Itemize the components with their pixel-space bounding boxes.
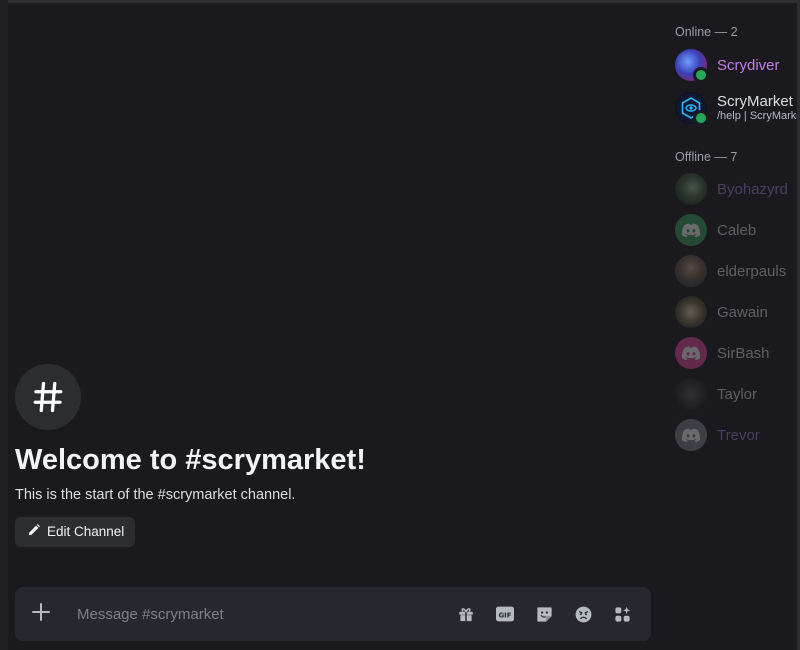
apps-icon[interactable] (611, 603, 633, 625)
discord-logo-icon (681, 346, 701, 361)
message-composer: GIF (15, 587, 651, 641)
offline-header: Offline — 7 (675, 150, 738, 164)
member-sirbash[interactable]: SirBash (675, 337, 800, 369)
discord-logo-icon (681, 428, 701, 443)
edit-channel-button[interactable]: Edit Channel (15, 517, 136, 547)
member-text: ScryMarket /help | ScryMarket (717, 93, 800, 123)
avatar (675, 49, 709, 83)
pencil-icon (27, 523, 41, 540)
avatar (675, 255, 707, 287)
gift-icon[interactable] (455, 603, 477, 625)
member-status-text: /help | ScryMarket (717, 110, 800, 122)
member-taylor[interactable]: Taylor (675, 378, 800, 410)
member-scrymarket[interactable]: ScryMarket /help | ScryMarket (675, 92, 800, 126)
avatar (675, 92, 709, 126)
discord-logo-icon (681, 223, 701, 238)
channel-main (8, 3, 659, 650)
member-name: Caleb (717, 221, 757, 239)
online-status-dot (693, 110, 709, 126)
emoji-icon[interactable] (572, 603, 594, 625)
edit-channel-label: Edit Channel (47, 524, 125, 539)
member-gawain[interactable]: Gawain (675, 296, 800, 328)
member-name: Byohazyrd (717, 180, 788, 198)
online-status-dot (693, 67, 709, 83)
online-header: Online — 2 (675, 25, 738, 39)
avatar (675, 296, 707, 328)
member-name: Scrydiver (717, 56, 780, 74)
member-name: SirBash (717, 344, 770, 362)
avatar (675, 173, 707, 205)
avatar (675, 419, 707, 451)
avatar (675, 378, 707, 410)
member-name: Taylor (717, 385, 758, 403)
left-edge (0, 0, 8, 650)
svg-text:GIF: GIF (498, 611, 511, 619)
welcome-title: Welcome to #scrymarket! (15, 444, 366, 476)
member-name: elderpauls (717, 262, 787, 280)
member-scrydiver[interactable]: Scrydiver (675, 49, 800, 83)
composer-actions: GIF (455, 603, 651, 625)
sticker-icon[interactable] (533, 603, 555, 625)
member-elderpauls[interactable]: elderpauls (675, 255, 800, 287)
message-input[interactable] (67, 605, 455, 623)
member-name: Gawain (717, 303, 768, 321)
plus-icon (32, 602, 50, 626)
avatar (675, 214, 707, 246)
channel-hash-icon (15, 364, 81, 430)
avatar (675, 337, 707, 369)
attach-button[interactable] (15, 602, 67, 626)
member-byohazyrd[interactable]: Byohazyrd (675, 173, 800, 205)
member-list: Online — 2 Scrydiver ScryMarket /help | … (659, 3, 800, 650)
member-name: Trevor (717, 426, 760, 444)
welcome-subtitle: This is the start of the #scrymarket cha… (15, 487, 296, 503)
member-name: ScryMarket (717, 93, 793, 110)
member-caleb[interactable]: Caleb (675, 214, 800, 246)
member-trevor[interactable]: Trevor (675, 419, 800, 451)
gif-icon[interactable]: GIF (494, 603, 516, 625)
channel-welcome: Welcome to #scrymarket! This is the star… (15, 364, 366, 547)
